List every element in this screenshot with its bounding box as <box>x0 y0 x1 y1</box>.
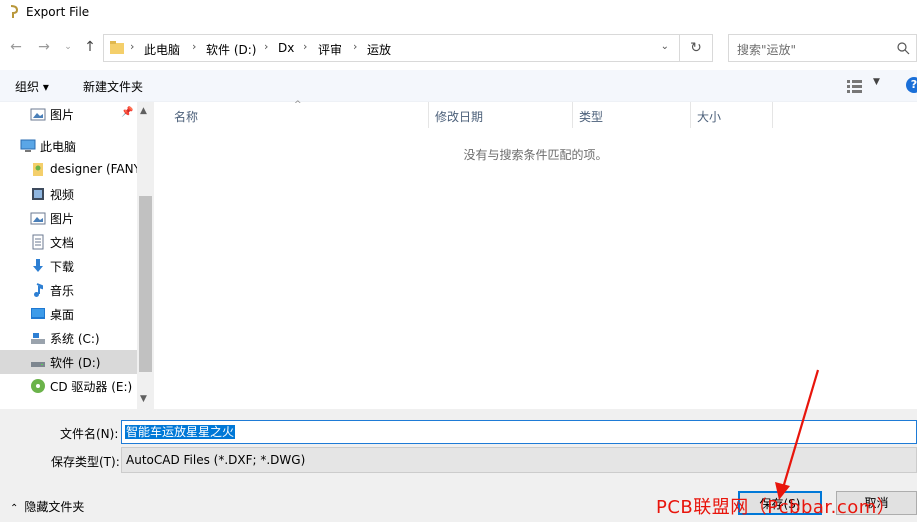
video-icon <box>32 188 44 200</box>
column-header-type[interactable]: 类型 <box>573 102 691 128</box>
watermark-text: PCB联盟网（Pcbbar.com） <box>656 497 896 518</box>
sidebar-item-label: 下载 <box>50 260 75 274</box>
sidebar-item-label: 视频 <box>50 188 75 202</box>
pictures-icon <box>30 108 46 121</box>
search-input[interactable]: 搜索"运放" <box>728 34 917 62</box>
breadcrumb-separator-icon: › <box>353 40 358 53</box>
back-arrow-icon[interactable]: ← <box>6 37 26 57</box>
sidebar-item-label: 系统 (C:) <box>50 332 100 346</box>
user-folder-icon <box>33 163 43 176</box>
scrollbar-thumb[interactable] <box>139 196 152 372</box>
sidebar-item-pictures[interactable]: 图片 <box>0 206 137 230</box>
up-arrow-icon[interactable]: ↑ <box>80 37 100 57</box>
filetype-select[interactable]: AutoCAD Files (*.DXF; *.DWG) <box>121 447 917 473</box>
navigation-pane: 图片 📌 此电脑 designer (FANY 视频 图片 文档 下载 音乐 桌… <box>0 102 137 409</box>
sidebar-item-label: 软件 (D:) <box>50 356 101 370</box>
column-header-size[interactable]: 大小 <box>691 102 773 128</box>
refresh-icon[interactable]: ↻ <box>680 34 713 62</box>
filetype-label: 保存类型(T): <box>51 455 120 469</box>
drive-d-icon <box>31 362 45 367</box>
sidebar-item-label: 图片 <box>50 212 75 226</box>
hide-folders-toggle[interactable]: ⌃ 隐藏文件夹 <box>10 498 84 515</box>
sidebar-scrollbar[interactable]: ▲ ▼ <box>137 102 154 409</box>
sidebar-item-label: 文档 <box>50 236 75 250</box>
column-header-label: 大小 <box>697 110 722 124</box>
column-header-label: 类型 <box>579 110 604 124</box>
app-icon <box>10 5 19 18</box>
recent-locations-chevron-icon[interactable]: ⌄ <box>58 37 78 57</box>
file-list[interactable]: 名称 ^ 修改日期 类型 大小 没有与搜索条件匹配的项。 <box>154 100 917 409</box>
sidebar-item-label: designer (FANY <box>50 162 137 176</box>
view-dropdown-caret-icon[interactable]: ▼ <box>873 77 880 87</box>
sidebar-item-documents[interactable]: 文档 <box>0 230 137 254</box>
sidebar-item-label: 此电脑 <box>40 140 77 154</box>
breadcrumb-separator-icon: › <box>130 40 135 53</box>
sidebar-item-drive-d[interactable]: 软件 (D:) <box>0 350 137 374</box>
drive-c-icon <box>31 333 45 344</box>
window-title: Export File <box>26 5 90 19</box>
sort-ascending-icon: ^ <box>294 100 302 110</box>
breadcrumb-review[interactable]: 评审 <box>318 41 342 58</box>
chevron-up-icon: ⌃ <box>10 503 19 514</box>
sidebar-item-drive-c[interactable]: 系统 (C:) <box>0 326 137 350</box>
breadcrumb-this-pc[interactable]: 此电脑 <box>144 41 180 58</box>
sidebar-item-label: 音乐 <box>50 284 75 298</box>
filename-label: 文件名(N): <box>60 427 119 441</box>
scroll-up-arrow-icon[interactable]: ▲ <box>140 106 147 116</box>
download-icon <box>33 259 43 272</box>
forward-arrow-icon[interactable]: → <box>34 37 54 57</box>
new-folder-button[interactable]: 新建文件夹 <box>83 78 143 95</box>
column-header-name[interactable]: 名称 ^ <box>154 100 429 128</box>
filename-field[interactable]: 智能车运放星星之火 <box>121 420 917 444</box>
sidebar-item-user-folder[interactable]: designer (FANY <box>0 158 137 182</box>
organize-button[interactable]: 组织 ▾ <box>15 78 49 95</box>
search-icon <box>897 42 910 55</box>
pin-icon: 📌 <box>121 107 134 118</box>
column-header-label: 修改日期 <box>435 110 484 124</box>
title-bar: Export File <box>0 0 917 28</box>
sidebar-item-downloads[interactable]: 下载 <box>0 254 137 278</box>
sidebar-item-desktop[interactable]: 桌面 <box>0 302 137 326</box>
search-placeholder: 搜索"运放" <box>737 43 797 57</box>
view-options-icon[interactable] <box>846 79 864 93</box>
documents-icon <box>32 234 44 250</box>
sidebar-item-label: CD 驱动器 (E:) H <box>50 380 137 394</box>
help-icon[interactable]: ? <box>906 77 917 93</box>
computer-icon <box>20 139 36 152</box>
sidebar-item-label: 桌面 <box>50 308 75 322</box>
column-header-label: 名称 <box>174 110 199 124</box>
folder-icon <box>110 41 124 54</box>
breadcrumb-separator-icon: › <box>264 40 269 53</box>
pictures-icon <box>30 212 46 225</box>
empty-results-message: 没有与搜索条件匹配的项。 <box>463 148 608 162</box>
navigation-bar: ← → ⌄ ↑ › 此电脑 › 软件 (D:) › Dx › 评审 › 运放 ⌄… <box>0 28 917 68</box>
music-icon <box>34 283 43 297</box>
address-dropdown-chevron-icon[interactable]: ⌄ <box>661 41 669 52</box>
desktop-icon <box>31 308 45 319</box>
sidebar-item-music[interactable]: 音乐 <box>0 278 137 302</box>
breadcrumb-separator-icon: › <box>192 40 197 53</box>
scroll-down-arrow-icon[interactable]: ▼ <box>140 394 147 404</box>
sidebar-item-pictures-quick[interactable]: 图片 📌 <box>0 102 137 126</box>
breadcrumb-opamp[interactable]: 运放 <box>367 41 391 58</box>
command-toolbar: 组织 ▾ 新建文件夹 ▼ ? <box>0 70 917 102</box>
breadcrumb-dx[interactable]: Dx <box>278 41 294 55</box>
hide-folders-label: 隐藏文件夹 <box>24 500 85 514</box>
column-header-modified[interactable]: 修改日期 <box>429 102 573 128</box>
cd-drive-icon <box>31 379 45 393</box>
save-form-panel: 文件名(N): 智能车运放星星之火 保存类型(T): AutoCAD Files… <box>0 409 917 522</box>
filename-value: 智能车运放星星之火 <box>125 425 236 439</box>
breadcrumb-drive-d[interactable]: 软件 (D:) <box>206 41 256 58</box>
sidebar-item-videos[interactable]: 视频 <box>0 182 137 206</box>
breadcrumb-separator-icon: › <box>303 40 308 53</box>
sidebar-item-cd-drive[interactable]: CD 驱动器 (E:) H <box>0 374 137 398</box>
sidebar-item-this-pc[interactable]: 此电脑 <box>0 134 137 158</box>
sidebar-item-label: 图片 <box>50 108 75 122</box>
address-bar[interactable]: › 此电脑 › 软件 (D:) › Dx › 评审 › 运放 ⌄ <box>103 34 680 62</box>
